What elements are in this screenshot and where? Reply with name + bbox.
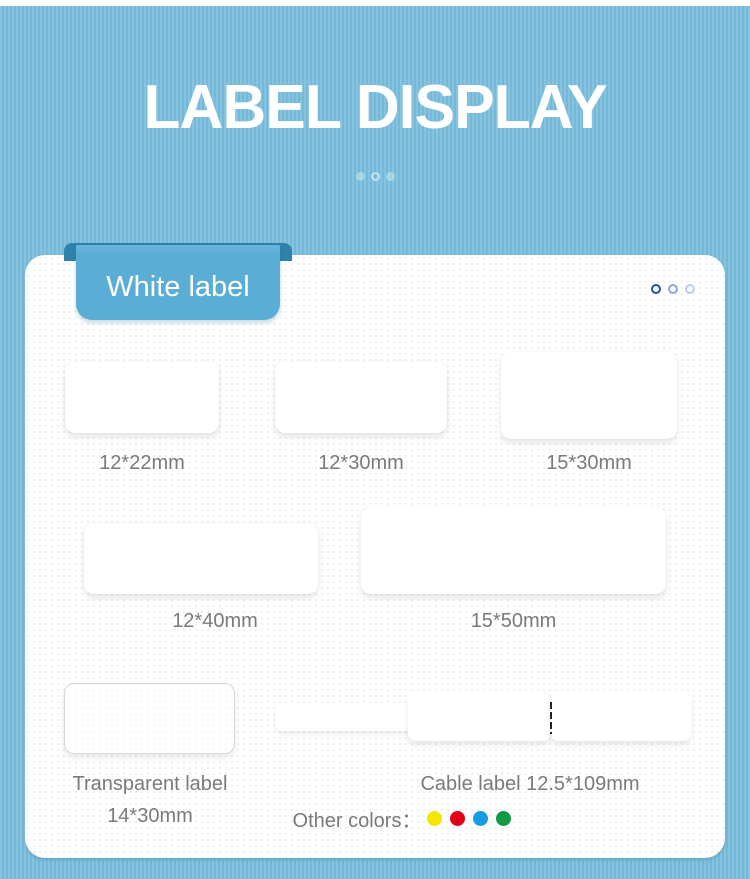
label-12x30-sample: [275, 362, 447, 433]
cable-label-flag-right: [551, 693, 691, 741]
cable-label-title: Cable label 12.5*109mm: [420, 773, 640, 795]
tab-label: White label: [106, 271, 250, 303]
pager-dot[interactable]: [385, 172, 395, 181]
pager-dot[interactable]: [685, 284, 695, 294]
header-pager: [0, 172, 750, 181]
transparent-label-title: Transparent label: [72, 773, 228, 795]
other-colors-label: Other colors：: [292, 810, 422, 832]
pager-dot[interactable]: [668, 284, 678, 294]
label-15x50-caption: 15*50mm: [470, 610, 557, 632]
label-15x30-caption: 15*30mm: [546, 452, 632, 474]
pager-dot-active[interactable]: [370, 172, 380, 181]
transparent-label-sample: [64, 683, 235, 754]
label-12x40-sample: [84, 523, 318, 594]
color-swatch-red: [450, 811, 466, 826]
color-swatch-blue: [473, 811, 489, 826]
cable-label-perforation: [550, 702, 552, 734]
card-pager: [651, 284, 695, 294]
label-12x30-caption: 12*30mm: [318, 452, 404, 474]
label-15x30-sample: [501, 352, 677, 439]
label-12x22-caption: 12*22mm: [99, 452, 185, 474]
tab-white-label[interactable]: White label: [76, 245, 280, 320]
pager-dot[interactable]: [355, 172, 365, 181]
label-12x22-sample: [65, 362, 219, 433]
pager-dot-active[interactable]: [651, 284, 661, 294]
other-colors-row: Other colors：: [0, 804, 750, 833]
label-15x50-sample: [361, 507, 666, 594]
color-swatch-yellow: [427, 811, 443, 826]
page-title: LABEL DISPLAY: [143, 73, 607, 142]
cable-label-flag-left: [408, 693, 551, 741]
label-12x40-caption: 12*40mm: [172, 610, 258, 632]
color-swatch-green: [496, 811, 512, 826]
cable-label-tail: [276, 703, 416, 731]
